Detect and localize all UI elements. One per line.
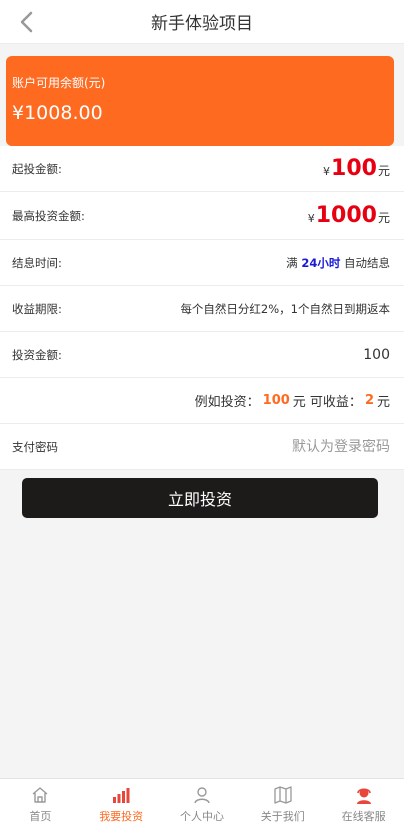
- currency-symbol: ¥: [323, 165, 331, 178]
- amount-label: 投资金额:: [12, 347, 62, 362]
- max-invest-label: 最高投资金额:: [12, 208, 85, 223]
- example-row: 例如投资： 100 元 可收益： 2 元: [0, 378, 404, 424]
- example-text-3: 元: [376, 395, 390, 410]
- amount-row: 投资金额:: [0, 332, 404, 378]
- tab-support[interactable]: 在线客服: [323, 779, 404, 830]
- bar-chart-icon: [113, 788, 130, 803]
- investment-details: 起投金额: ¥ 100 元 最高投资金额: ¥ 1000 元 结息时间: 满 2…: [0, 146, 404, 470]
- tab-label: 个人中心: [179, 810, 224, 823]
- chevron-left-icon: [20, 11, 33, 33]
- tab-label: 我要投资: [99, 810, 144, 823]
- settle-suffix: 自动结息: [344, 255, 390, 270]
- tab-about[interactable]: 关于我们: [242, 779, 323, 830]
- min-invest-row: 起投金额: ¥ 100 元: [0, 146, 404, 192]
- settle-time-label: 结息时间:: [12, 255, 62, 270]
- example-profit-amount: 2: [364, 393, 374, 408]
- example-text-2: 元 可收益：: [292, 395, 362, 410]
- tab-label: 关于我们: [260, 810, 305, 823]
- currency-unit: 元: [377, 211, 390, 225]
- tab-invest[interactable]: 我要投资: [81, 779, 162, 830]
- max-invest-amount: 1000: [315, 203, 377, 228]
- currency-unit: 元: [377, 164, 390, 178]
- map-icon: [274, 786, 292, 804]
- max-invest-value: ¥ 1000 元: [308, 203, 390, 228]
- home-icon: [32, 787, 48, 803]
- tab-label: 在线客服: [341, 810, 386, 823]
- example-invest-amount: 100: [262, 393, 290, 408]
- support-agent-icon: [356, 788, 371, 804]
- max-invest-row: 最高投资金额: ¥ 1000 元: [0, 192, 404, 240]
- page-title: 新手体验项目: [151, 14, 253, 34]
- period-value: 每个自然日分红2%，1个自然日到期返本: [180, 301, 390, 316]
- bottom-tabbar: 首页 我要投资 个人中心 关于我们 在线客服: [0, 778, 404, 830]
- balance-value: ¥1008.00: [12, 102, 103, 124]
- invest-now-button[interactable]: 立即投资: [22, 478, 378, 518]
- investment-amount-input[interactable]: [270, 346, 390, 363]
- settle-time-value: 满 24小时 自动结息: [286, 255, 390, 271]
- settle-duration: 24小时: [301, 255, 341, 270]
- tab-profile[interactable]: 个人中心: [162, 779, 243, 830]
- period-label: 收益期限:: [12, 301, 62, 316]
- payment-password-input[interactable]: [190, 438, 390, 455]
- settle-time-row: 结息时间: 满 24小时 自动结息: [0, 240, 404, 286]
- min-invest-amount: 100: [331, 156, 377, 181]
- tab-label: 首页: [29, 810, 52, 823]
- balance-card: 账户可用余额(元) ¥1008.00: [6, 56, 394, 146]
- min-invest-label: 起投金额:: [12, 161, 62, 176]
- example-text-1: 例如投资：: [194, 395, 260, 410]
- currency-symbol: ¥: [307, 212, 315, 225]
- password-row: 支付密码: [0, 424, 404, 470]
- tab-home[interactable]: 首页: [0, 779, 81, 830]
- header-bar: 新手体验项目: [0, 0, 404, 44]
- back-button[interactable]: [12, 8, 40, 36]
- settle-prefix: 满: [286, 255, 298, 270]
- balance-label: 账户可用余额(元): [12, 76, 106, 90]
- user-icon: [194, 787, 210, 804]
- password-label: 支付密码: [12, 439, 58, 454]
- period-row: 收益期限: 每个自然日分红2%，1个自然日到期返本: [0, 286, 404, 332]
- min-invest-value: ¥ 100 元: [323, 156, 390, 181]
